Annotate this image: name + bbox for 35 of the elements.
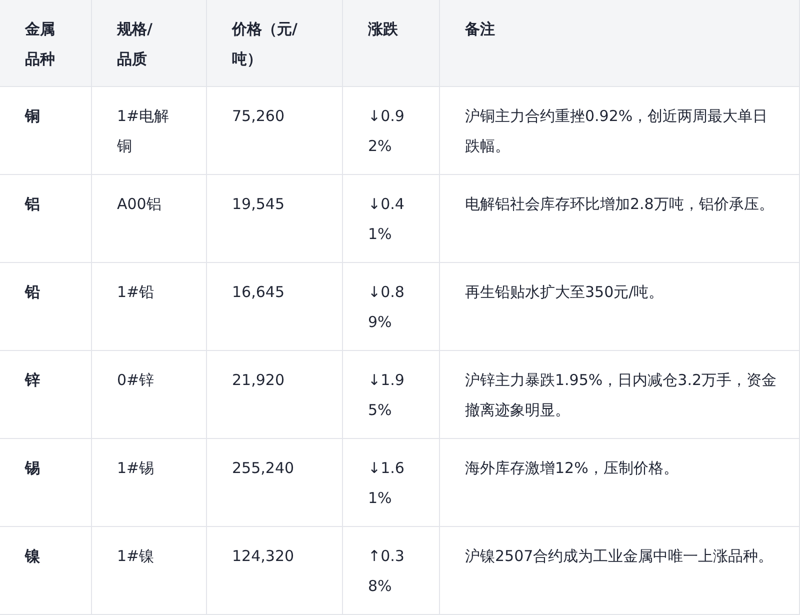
table-cell-text: 1#铅 [117,282,156,303]
table-cell-text: 沪镍2507合约成为工业金属中唯一上涨品种。 [465,546,774,567]
table-cell-text: 75,260 [232,106,286,127]
table-cell-text: 16,645 [232,282,286,303]
table-cell-text: 沪铜主力合约重挫0.92%，创近两周最大单日跌幅。 [465,106,769,157]
column-header: 规格/品质 [117,19,154,70]
column-header: 备注 [465,19,496,40]
table-cell-text: 锡 [25,458,41,479]
table-cell-text: 沪锌主力暴跌1.95%，日内减仓3.2万手，资金撤离迹象明显。 [465,370,778,421]
table-cell-text: 铜 [25,106,41,127]
table-cell-text: 19,545 [232,194,286,215]
column-header: 价格（元/吨） [232,19,298,70]
table-cell-text: 1#锡 [117,458,156,479]
table-cell-text: 铅 [25,282,41,303]
table-cell-text: ↑0.38% [368,546,406,597]
table-cell-text: 镍 [25,546,41,567]
table-cell-text: 0#锌 [117,370,156,391]
table-cell-text: 124,320 [232,546,296,567]
table-cell-text: 铝 [25,194,41,215]
table-cell-text: ↓1.95% [368,370,406,421]
table-cell-text: ↓0.89% [368,282,406,333]
table-cell-text: ↓0.41% [368,194,406,245]
table-cell-text: 再生铅贴水扩大至350元/吨。 [465,282,665,303]
table-cell-text: ↓0.92% [368,106,406,157]
table-cell-text: ↓1.61% [368,458,406,509]
table-cell-text: 锌 [25,370,41,391]
table-cell-text: 1#电解铜 [117,106,170,157]
column-header: 涨跌 [368,19,399,40]
table-cell-text: 电解铝社会库存环比增加2.8万吨，铝价承压。 [465,194,775,215]
table-cell-text: 海外库存激增12%，压制价格。 [465,458,680,479]
table-cell-text: 255,240 [232,458,296,479]
table-cell-text: A00铝 [117,194,162,215]
column-header: 金属品种 [25,19,56,70]
table-cell-text: 21,920 [232,370,286,391]
table-cell-text: 1#镍 [117,546,156,567]
